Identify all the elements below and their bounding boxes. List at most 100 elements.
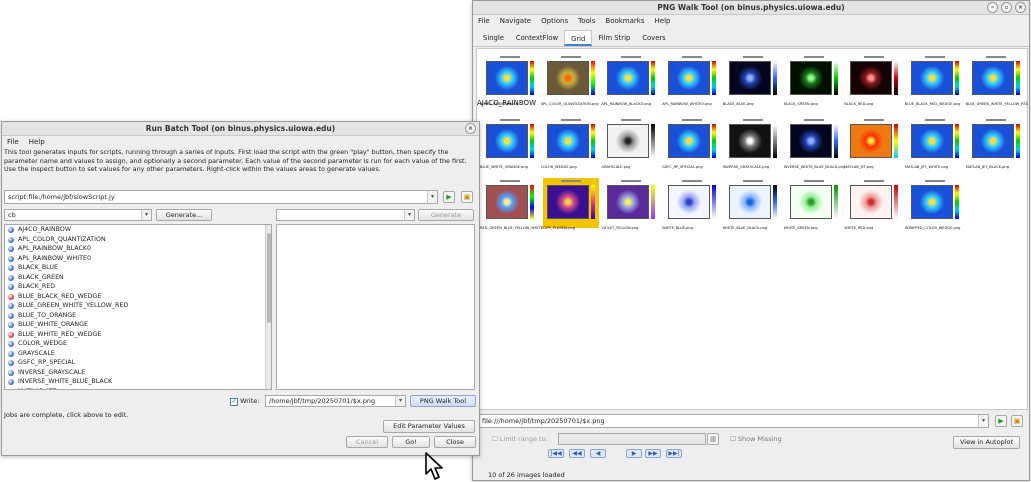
- thumbnail[interactable]: GSFC_RP_SPECIAL.png: [662, 117, 720, 169]
- list-item[interactable]: AJ4CO_RAINBOW: [5, 225, 271, 235]
- chevron-down-icon[interactable]: ▾: [141, 210, 151, 220]
- skip-forward-icon[interactable]: ▶▶: [645, 449, 661, 458]
- list-item[interactable]: BLUE_BLACK_RED_WEDGE: [5, 292, 271, 302]
- thumbnail[interactable]: BLUE_GREEN_WHITE_YELLOW_RED.png: [966, 54, 1028, 106]
- close-icon[interactable]: ×: [1015, 2, 1026, 13]
- thumbnail[interactable]: WHITE_RED.png: [844, 178, 902, 230]
- generate2-button[interactable]: Generate: [418, 209, 474, 221]
- list-item[interactable]: APL_COLOR_QUANTIZATION: [5, 235, 271, 245]
- play-icon[interactable]: ▶: [995, 415, 1007, 427]
- list-item[interactable]: BLUE_WHITE_RED_WEDGE: [5, 330, 271, 340]
- tab-film-strip[interactable]: Film Strip: [592, 30, 636, 46]
- next-icon[interactable]: ▶: [626, 449, 642, 458]
- chevron-down-icon[interactable]: ▾: [427, 191, 437, 203]
- list-item[interactable]: BLACK_GREEN: [5, 273, 271, 283]
- thumbnail[interactable]: GRAYSCALE.png: [601, 117, 659, 169]
- minimize-icon[interactable]: –: [987, 2, 998, 13]
- list-item[interactable]: BLUE_TO_ORANGE: [5, 311, 271, 321]
- edit-parameter-values-button[interactable]: Edit Parameter Values: [383, 420, 475, 433]
- thumbnail-image: [789, 124, 832, 158]
- first-icon[interactable]: |◀◀: [548, 449, 564, 458]
- list-item[interactable]: INVERSE_WHITE_BLUE_BLACK: [5, 377, 271, 387]
- folder-icon[interactable]: ▣: [1011, 415, 1023, 427]
- chevron-down-icon[interactable]: ▾: [395, 396, 405, 406]
- thumbnail[interactable]: RED_GREEN_BLUE_YELLOW_WHITE.png: [480, 178, 542, 230]
- pngwalk-menu-tools[interactable]: Tools: [578, 15, 595, 27]
- list-item[interactable]: BLACK_RED: [5, 282, 271, 292]
- list-item[interactable]: MATLAB_JET: [5, 387, 271, 389]
- thumbnail[interactable]: APL_RAINBOW_BLACK0.png: [601, 54, 659, 106]
- tab-covers[interactable]: Covers: [636, 30, 671, 46]
- chevron-down-icon[interactable]: ▾: [978, 415, 988, 427]
- pngwalk-menu-help[interactable]: Help: [655, 15, 671, 27]
- close-button[interactable]: Close: [434, 436, 476, 448]
- last-icon[interactable]: ▶▶|: [666, 449, 682, 458]
- pngwalk-menu-navigate[interactable]: Navigate: [500, 15, 531, 27]
- script-input[interactable]: script:file:/home/jbf/slowScript.jy ▾: [4, 190, 438, 204]
- batch-menu-file[interactable]: File: [7, 136, 19, 148]
- thumbnail[interactable]: WHITE_BLUE.png: [662, 178, 720, 230]
- list-item[interactable]: BLACK_BLUE: [5, 263, 271, 273]
- param1-values-list[interactable]: AJ4CO_RAINBOW APL_COLOR_QUANTIZATION APL_R…: [4, 224, 272, 390]
- thumbnail[interactable]: MATLAB_JET_WHITE.png: [905, 117, 963, 169]
- thumbnail[interactable]: BLUE_BLACK_RED_WEDGE.png: [905, 54, 963, 106]
- calendar-icon[interactable]: ▦: [707, 433, 719, 445]
- thumbnail[interactable]: APL_COLOR_QUANTIZATION.png: [541, 54, 599, 106]
- thumbnail[interactable]: BLUE_WHITE_ORANGE.png: [480, 117, 538, 169]
- list-item[interactable]: BLUE_WHITE_ORANGE: [5, 320, 271, 330]
- thumbnail[interactable]: SCIPY_PLASMA.png: [541, 178, 599, 230]
- tab-contextflow[interactable]: ContextFlow: [510, 30, 564, 46]
- file-template-input[interactable]: file:///home/jbf/tmp/20250701/$x.png ▾: [478, 414, 989, 428]
- thumbnail[interactable]: APL_RAINBOW_WHITE0.png: [662, 54, 720, 106]
- view-in-autoplot-button[interactable]: View in Autoplot: [953, 436, 1020, 449]
- cancel-button[interactable]: Cancel: [346, 436, 388, 448]
- list-item[interactable]: GRAYSCALE: [5, 349, 271, 359]
- chevron-down-icon[interactable]: ▾: [404, 210, 414, 220]
- write-checkbox[interactable]: ✓ Write:: [230, 397, 259, 406]
- batch-menu-help[interactable]: Help: [29, 136, 45, 148]
- list-item[interactable]: GSFC_RP_SPECIAL: [5, 358, 271, 368]
- thumbnail[interactable]: BLACK_BLUE.png: [723, 54, 781, 106]
- write-path-input[interactable]: /home/jbf/tmp/20250701/$x.png ▾: [265, 395, 406, 407]
- play-icon[interactable]: ▶: [443, 191, 455, 203]
- skip-back-icon[interactable]: ◀◀: [569, 449, 585, 458]
- go-button[interactable]: Go!: [392, 436, 430, 448]
- param2-values-area[interactable]: [276, 224, 475, 390]
- limit-range-checkbox[interactable]: ☐ Limit range to:: [492, 435, 548, 443]
- thumbnail[interactable]: WHITE_BLUE_BLACK.png: [723, 178, 781, 230]
- thumbnail[interactable]: INVERSE_GRAYSCALE.png: [723, 117, 781, 169]
- list-item[interactable]: COLOR_WEDGE: [5, 339, 271, 349]
- param2-select[interactable]: ▾: [276, 209, 415, 221]
- list-item[interactable]: APL_RAINBOW_WHITE0: [5, 254, 271, 264]
- prev-icon[interactable]: ◀: [590, 449, 606, 458]
- thumbnail[interactable]: BLACK_GREEN.png: [784, 54, 842, 106]
- param1-select[interactable]: cb ▾: [4, 209, 152, 221]
- thumbnail[interactable]: INVERSE_WHITE_BLUE_BLACK.png: [784, 117, 845, 169]
- status-dot-icon: [8, 341, 14, 347]
- thumbnail[interactable]: COLOR_WEDGE.png: [541, 117, 599, 169]
- close-icon[interactable]: ×: [465, 123, 476, 134]
- generate-button[interactable]: Generate...: [156, 209, 212, 221]
- pngwalk-menu-options[interactable]: Options: [541, 15, 568, 27]
- maximize-icon[interactable]: ▫: [1001, 2, 1012, 13]
- show-missing-checkbox[interactable]: ☐ Show Missing: [730, 435, 782, 443]
- inspect-icon[interactable]: ▣: [461, 191, 473, 203]
- thumbnail[interactable]: VIOLET_YELLOW.png: [601, 178, 659, 230]
- thumbnail[interactable]: MATLAB_JET_BLACK.png: [966, 117, 1024, 169]
- png-walk-tool-button[interactable]: PNG Walk Tool: [410, 395, 476, 407]
- list-item[interactable]: APL_RAINBOW_BLACK0: [5, 244, 271, 254]
- tab-single[interactable]: Single: [477, 30, 510, 46]
- thumbnail[interactable]: WHITE_GREEN.png: [784, 178, 842, 230]
- limit-range-input[interactable]: [558, 433, 706, 445]
- tab-grid[interactable]: Grid: [564, 30, 593, 46]
- list-item[interactable]: INVERSE_GRAYSCALE: [5, 368, 271, 378]
- list-item[interactable]: BLUE_GREEN_WHITE_YELLOW_RED: [5, 301, 271, 311]
- thumbnail[interactable]: WRAPPED_COLOR_WEDGE.png: [905, 178, 963, 230]
- thumbnail-image: [789, 61, 832, 95]
- thumbnail[interactable]: BLACK_RED.png: [844, 54, 902, 106]
- pngwalk-menu-file[interactable]: File: [478, 15, 490, 27]
- thumbnail[interactable]: MATLAB_JET.png: [844, 117, 902, 169]
- pngwalk-menu-bookmarks[interactable]: Bookmarks: [605, 15, 644, 27]
- thumbnail[interactable]: AJ4CO_RAINBOW.png: [480, 54, 538, 106]
- thumbnail-label: WHITE_GREEN.png: [783, 226, 818, 230]
